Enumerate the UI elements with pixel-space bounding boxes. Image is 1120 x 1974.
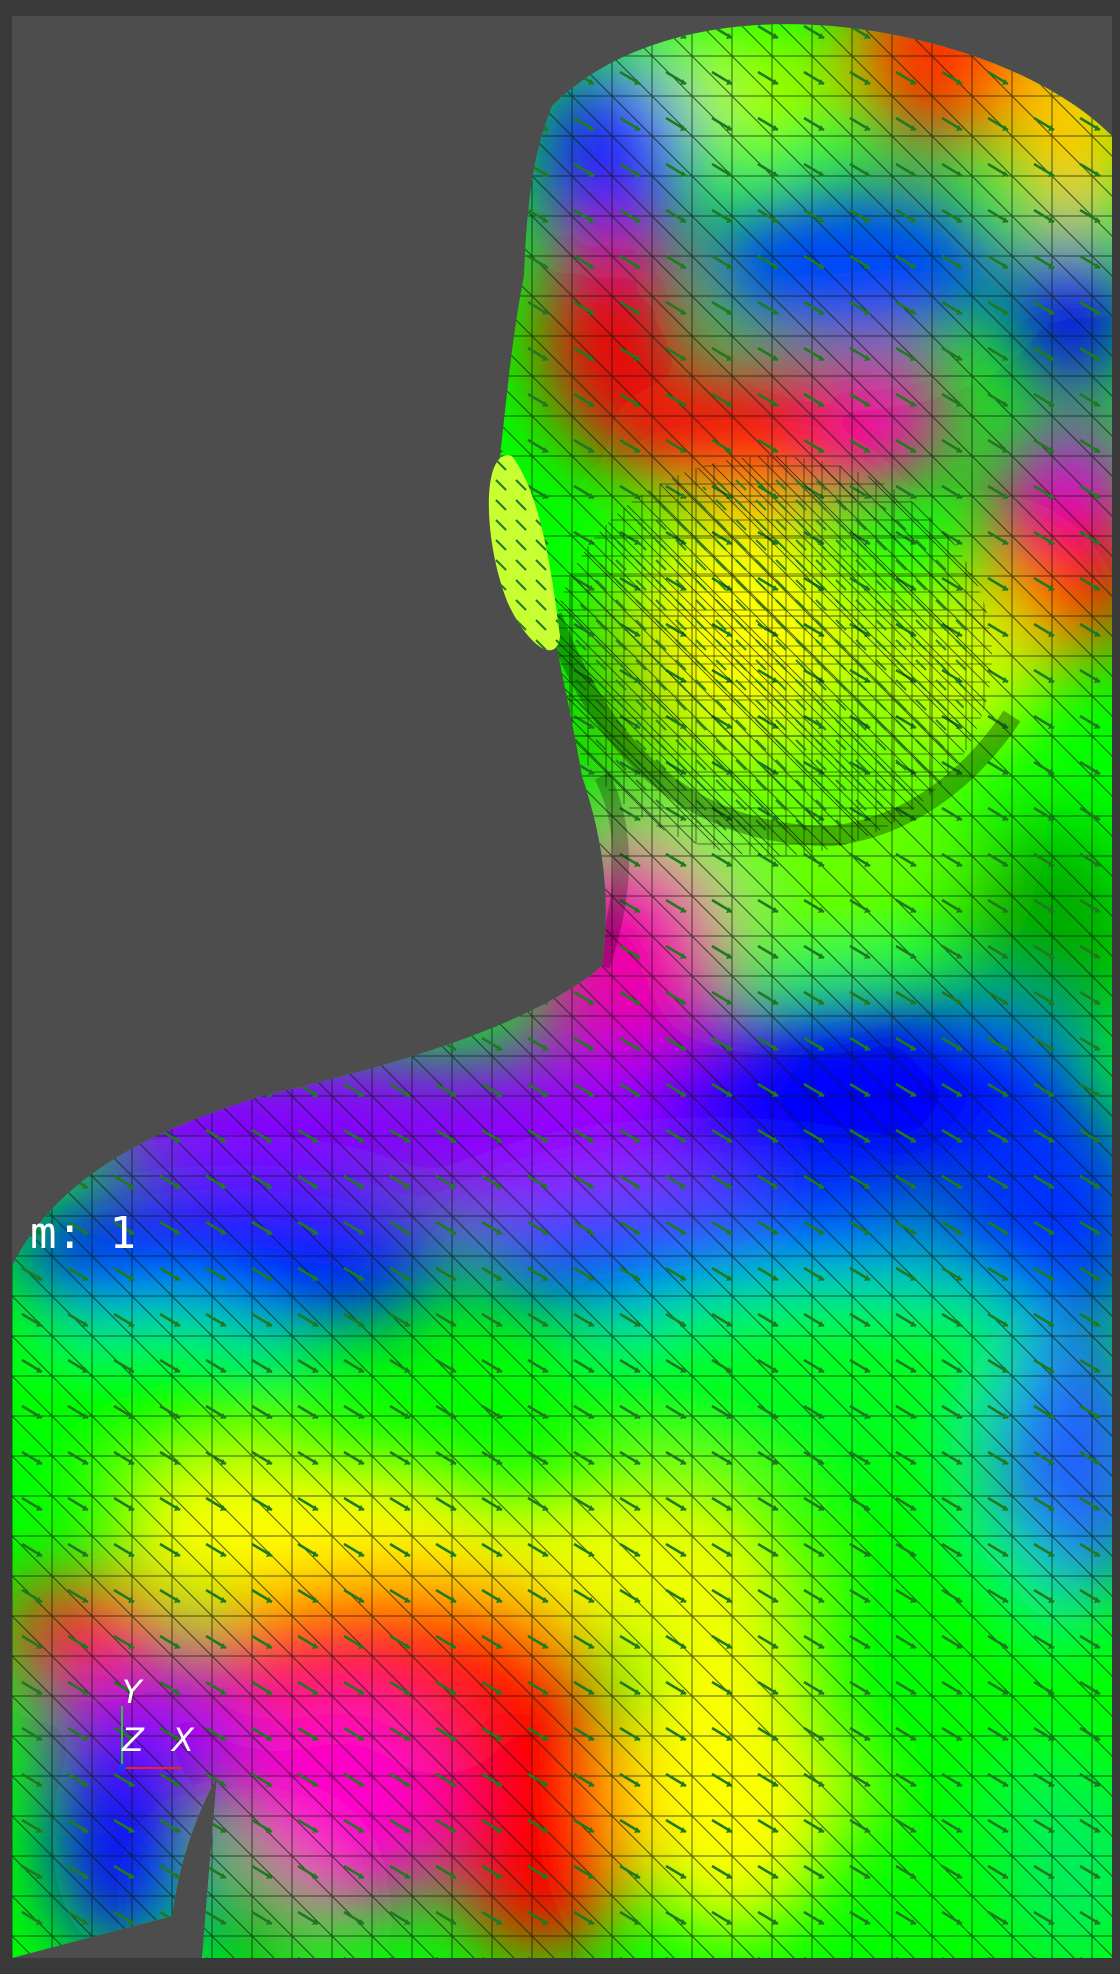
- axis-x-label: X: [172, 1721, 194, 1759]
- mesh-render: [12, 24, 1112, 1958]
- axis-z-label: Z: [122, 1721, 144, 1759]
- 3d-viewport[interactable]: m: 1 Y Z X: [12, 16, 1112, 1958]
- axis-y-label: Y: [122, 1673, 142, 1711]
- colormap-field: [12, 24, 1112, 1958]
- mode-indicator: m: 1: [30, 1208, 136, 1259]
